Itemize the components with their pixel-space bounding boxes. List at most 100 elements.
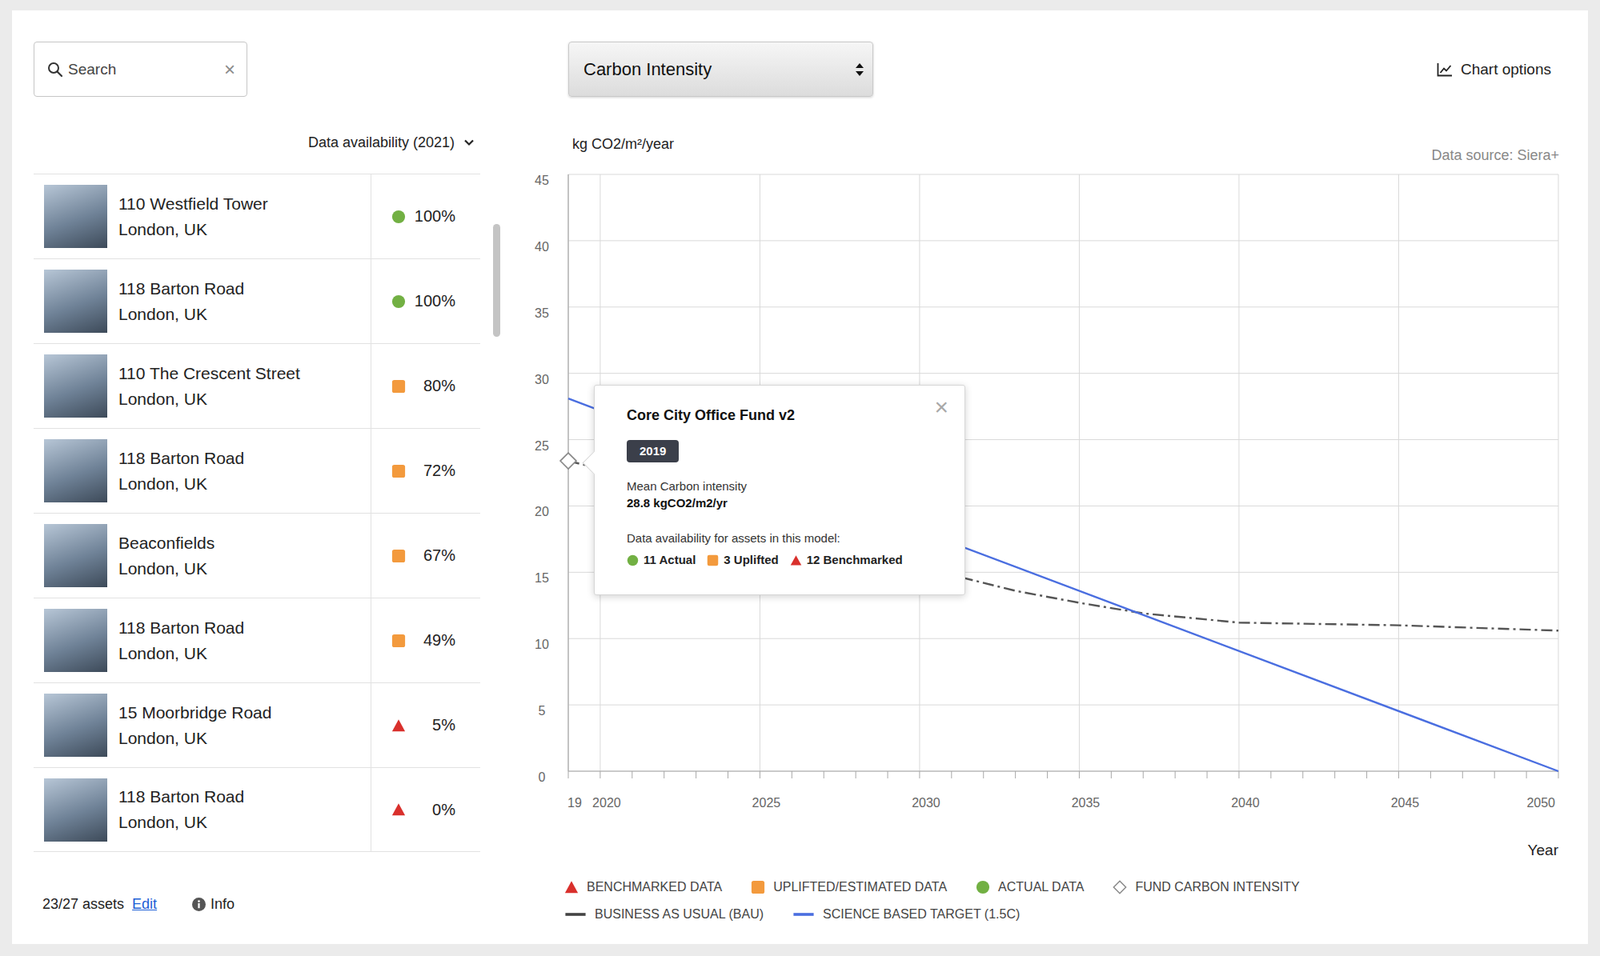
asset-row[interactable]: 118 Barton RoadLondon, UK72% [33, 428, 481, 514]
y-tick-label: 40 [534, 240, 550, 254]
asset-footer: 23/27 assetsEditInfo [33, 894, 503, 915]
search-box[interactable]: × [33, 41, 248, 97]
vertical-grid-line [1558, 174, 1560, 772]
page: × Data availability (2021) 110 Westfield T… [0, 0, 1600, 956]
vertical-grid-line [1398, 174, 1400, 772]
x-axis-tick [1430, 771, 1432, 779]
asset-city: London, UK [118, 301, 245, 328]
availability-count-label: 3 Uplifted [723, 551, 778, 570]
legend-label: ACTUAL DATA [998, 878, 1084, 897]
x-axis-title: Year [1527, 842, 1560, 859]
asset-row[interactable]: 118 Barton RoadLondon, UK100% [33, 258, 481, 344]
metric-dropdown-value[interactable]: Carbon Intensity [583, 59, 712, 81]
building-photo [44, 778, 108, 843]
asset-info: 15 Moorbridge RoadLondon, UK [33, 683, 371, 768]
x-axis-tick [759, 771, 761, 779]
building-photo [44, 354, 108, 418]
fund-point[interactable] [560, 453, 577, 470]
asset-text: 110 Westfield TowerLondon, UK [118, 191, 269, 243]
legend-item: ACTUAL DATA [975, 878, 1084, 897]
asset-text: BeaconfieldsLondon, UK [118, 530, 215, 582]
asset-availability: 100% [370, 259, 481, 344]
asset-row[interactable]: 118 Barton RoadLondon, UK49% [33, 597, 481, 683]
availability-filter[interactable]: Data availability (2021) [33, 132, 481, 153]
scrollbar-thumb[interactable] [493, 224, 501, 337]
asset-availability: 49% [370, 598, 481, 683]
x-axis-tick [918, 771, 920, 779]
square-icon [391, 633, 406, 649]
availability-count: 11 Actual [626, 551, 696, 570]
building-photo [44, 524, 108, 588]
x-axis-tick [1398, 771, 1400, 779]
x-axis-tick [823, 771, 825, 779]
chevron-down-icon [462, 136, 476, 149]
x-tick-label: 2030 [911, 796, 941, 811]
asset-row[interactable]: 118 Barton RoadLondon, UK0% [33, 767, 481, 853]
building-photo [44, 439, 108, 503]
x-axis-tick [1302, 771, 1304, 779]
chart-header: kg CO2/m²/yearData source: Siera+ [528, 135, 1569, 165]
square-icon [750, 880, 766, 895]
triangle-icon [564, 880, 579, 895]
availability-filter-label[interactable]: Data availability (2021) [308, 132, 455, 153]
triangle-icon [789, 554, 803, 567]
scrollbar[interactable] [493, 173, 501, 853]
availability-percent: 100% [414, 207, 456, 226]
asset-row[interactable]: 110 Westfield TowerLondon, UK 100% [33, 173, 481, 259]
x-axis-tick [887, 771, 889, 779]
chart-options-label[interactable]: Chart options [1460, 60, 1552, 79]
asset-row[interactable]: BeaconfieldsLondon, UK67% [33, 513, 481, 598]
asset-availability: 100% [370, 174, 481, 259]
legend-label: SCIENCE BASED TARGET (1.5C) [822, 906, 1020, 924]
building-photo [44, 693, 108, 758]
horizontal-grid-line [568, 638, 1559, 640]
info-button[interactable]: Info [192, 894, 235, 915]
asset-info: 118 Barton RoadLondon, UK [33, 429, 371, 514]
data-source: Data source: Siera+ [1431, 135, 1560, 165]
x-axis-tick [1142, 771, 1144, 779]
x-axis [568, 770, 1559, 772]
clear-button[interactable]: × [224, 60, 236, 80]
search-input[interactable] [68, 60, 220, 79]
chart-options-button[interactable]: Chart options [1436, 60, 1552, 79]
horizontal-grid-line [568, 174, 1559, 176]
square-icon [391, 549, 406, 564]
x-tick-label: 2050 [1526, 796, 1556, 811]
asset-name: 110 Westfield Tower [118, 191, 269, 217]
x-axis-tick [1494, 771, 1496, 779]
grid [568, 174, 1559, 772]
info-label[interactable]: Info [210, 894, 235, 915]
metric-dropdown[interactable]: Carbon Intensity [568, 41, 874, 97]
asset-name: 118 Barton Road [118, 445, 245, 472]
availability-counts: 11 Actual 3 Uplifted 12 Benchmarked [626, 551, 947, 570]
asset-city: London, UK [118, 386, 301, 413]
building-photo [44, 609, 108, 673]
edit-link[interactable]: Edit [132, 894, 157, 915]
asset-info: BeaconfieldsLondon, UK [33, 513, 371, 598]
x-axis-tick [1174, 771, 1176, 779]
asset-row[interactable]: 15 Moorbridge RoadLondon, UK5% [33, 682, 481, 768]
x-tick-label: 2040 [1231, 796, 1260, 811]
chart-legend: BENCHMARKED DATAUPLIFTED/ESTIMATED DATAA… [528, 878, 1569, 924]
asset-name: Beaconfields [118, 530, 215, 557]
tooltip-arrow [582, 451, 607, 476]
x-axis-tick [791, 771, 793, 779]
asset-row[interactable]: 110 The Crescent StreetLondon, UK80% [33, 343, 481, 429]
chart-toolbar: Carbon Intensity Chart options [528, 41, 1569, 97]
x-axis-tick [1238, 771, 1240, 779]
dot-icon [391, 209, 406, 225]
asset-city: London, UK [118, 556, 215, 582]
asset-name: 118 Barton Road [118, 615, 245, 642]
tooltip-close-button[interactable]: × [934, 395, 949, 420]
building-photo [44, 269, 108, 333]
dot-icon [626, 554, 639, 567]
asset-city: London, UK [118, 810, 245, 836]
asset-name: 118 Barton Road [118, 784, 245, 811]
x-axis-tick [1366, 771, 1368, 779]
y-tick-label: 25 [534, 439, 550, 454]
line-chart-icon [1436, 62, 1453, 77]
legend-label: BUSINESS AS USUAL (BAU) [594, 906, 764, 924]
chart-tooltip: ×Core City Office Fund v22019Mean Carbon… [593, 384, 966, 596]
legend-item: BENCHMARKED DATA [564, 878, 722, 897]
availability-count-label: 12 Benchmarked [806, 551, 903, 570]
